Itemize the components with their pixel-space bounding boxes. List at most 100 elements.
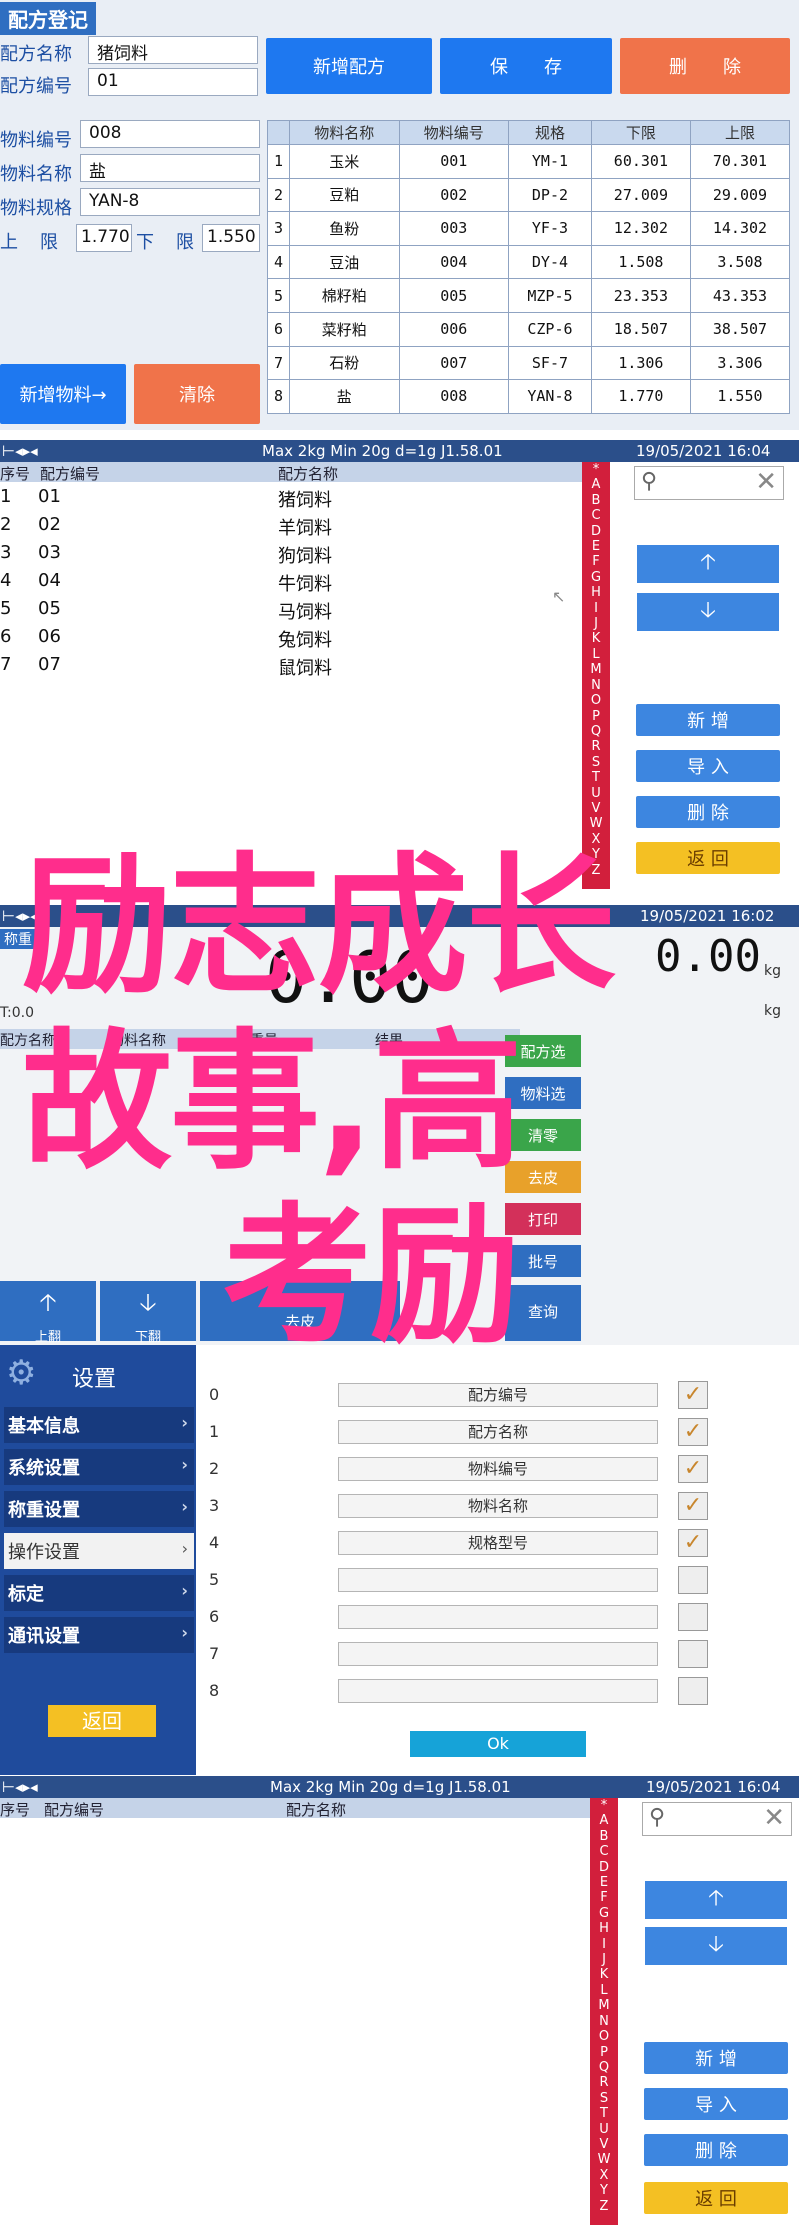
field-checkbox[interactable] bbox=[678, 1677, 708, 1705]
back-button[interactable]: 返 回 bbox=[636, 842, 780, 874]
alphabet-letter[interactable]: * bbox=[582, 462, 610, 477]
table-row[interactable]: 8 盐 008 YAN-8 1.770 1.550 bbox=[267, 379, 791, 414]
field-checkbox[interactable]: ✓ bbox=[678, 1381, 708, 1409]
back-button[interactable]: 返 回 bbox=[644, 2182, 788, 2214]
alphabet-letter[interactable]: U bbox=[590, 2122, 618, 2137]
alphabet-letter[interactable]: P bbox=[582, 709, 610, 724]
alphabet-letter[interactable]: * bbox=[590, 1798, 618, 1813]
alphabet-letter[interactable]: I bbox=[590, 1937, 618, 1952]
alphabet-letter[interactable]: W bbox=[582, 816, 610, 831]
clear-button[interactable]: 清除 bbox=[134, 364, 260, 424]
import-button[interactable]: 导 入 bbox=[636, 750, 780, 782]
field-checkbox[interactable]: ✓ bbox=[678, 1455, 708, 1483]
save-button[interactable]: 保 存 bbox=[440, 38, 612, 94]
field-name[interactable] bbox=[338, 1605, 658, 1629]
page-down-button[interactable]: 🡣 下翻 bbox=[100, 1281, 196, 1345]
search-input[interactable]: ⚲ ✕ bbox=[642, 1802, 792, 1836]
field-checkbox[interactable]: ✓ bbox=[678, 1418, 708, 1446]
add-button[interactable]: 新 增 bbox=[644, 2042, 788, 2074]
alphabet-letter[interactable]: B bbox=[590, 1829, 618, 1844]
table-row[interactable]: 1 玉米 001 YM-1 60.301 70.301 bbox=[267, 144, 791, 179]
alphabet-letter[interactable]: S bbox=[590, 2091, 618, 2106]
list-item[interactable]: 7 07 鼠饲料 bbox=[0, 654, 580, 680]
alphabet-letter[interactable]: Z bbox=[590, 2199, 618, 2214]
alphabet-letter[interactable]: T bbox=[582, 770, 610, 785]
alphabet-letter[interactable]: S bbox=[582, 755, 610, 770]
alphabet-letter[interactable]: T bbox=[590, 2106, 618, 2121]
sidebar-item[interactable]: 操作设置 › bbox=[4, 1533, 194, 1569]
sidebar-item[interactable]: 称重设置 › bbox=[4, 1491, 194, 1527]
table-row[interactable]: 3 鱼粉 003 YF-3 12.302 14.302 bbox=[267, 211, 791, 246]
alphabet-letter[interactable]: F bbox=[582, 554, 610, 569]
alphabet-letter[interactable]: D bbox=[582, 524, 610, 539]
add-button[interactable]: 新 增 bbox=[636, 704, 780, 736]
alphabet-letter[interactable]: Q bbox=[590, 2060, 618, 2075]
alphabet-letter[interactable]: A bbox=[582, 477, 610, 492]
alphabet-letter[interactable]: H bbox=[582, 585, 610, 600]
new-recipe-button[interactable]: 新增配方 bbox=[266, 38, 432, 94]
page-up-button[interactable]: 🡡 上翻 bbox=[0, 1281, 96, 1345]
alphabet-letter[interactable]: L bbox=[590, 1983, 618, 1998]
recipe-name-field[interactable]: 猪饲料 bbox=[88, 36, 258, 64]
table-row[interactable]: 5 棉籽粕 005 MZP-5 23.353 43.353 bbox=[267, 278, 791, 313]
delete-button[interactable]: 删 除 bbox=[620, 38, 790, 94]
import-button[interactable]: 导 入 bbox=[644, 2088, 788, 2120]
alphabet-letter[interactable]: V bbox=[590, 2137, 618, 2152]
table-row[interactable]: 6 菜籽粕 006 CZP-6 18.507 38.507 bbox=[267, 311, 791, 347]
ok-button[interactable]: Ok bbox=[410, 1731, 586, 1757]
alphabet-letter[interactable]: O bbox=[590, 2029, 618, 2044]
back-button[interactable]: 返回 bbox=[48, 1705, 156, 1737]
alphabet-letter[interactable]: K bbox=[582, 631, 610, 646]
alphabet-letter[interactable]: R bbox=[582, 739, 610, 754]
table-row[interactable]: 2 豆粕 002 DP-2 27.009 29.009 bbox=[267, 177, 791, 213]
alphabet-letter[interactable]: D bbox=[590, 1860, 618, 1875]
alphabet-index[interactable]: * A B C D E F G H I J K L M N O P Q R S T U V W X Y Z bbox=[590, 1798, 618, 2225]
alphabet-letter[interactable]: I bbox=[582, 601, 610, 616]
lower-limit-field[interactable]: 1.550 bbox=[202, 224, 260, 252]
field-name[interactable]: 配方编号 bbox=[338, 1383, 658, 1407]
alphabet-letter[interactable]: M bbox=[590, 1998, 618, 2013]
material-name-field[interactable]: 盐 bbox=[80, 154, 260, 182]
alphabet-letter[interactable]: Q bbox=[582, 724, 610, 739]
field-checkbox[interactable]: ✓ bbox=[678, 1492, 708, 1520]
list-item[interactable]: 6 06 兔饲料 bbox=[0, 626, 580, 652]
sidebar-item[interactable]: 标定 › bbox=[4, 1575, 194, 1611]
alphabet-letter[interactable]: B bbox=[582, 493, 610, 508]
field-name[interactable] bbox=[338, 1642, 658, 1666]
field-name[interactable]: 规格型号 bbox=[338, 1531, 658, 1555]
field-checkbox[interactable] bbox=[678, 1640, 708, 1668]
field-checkbox[interactable] bbox=[678, 1566, 708, 1594]
alphabet-letter[interactable]: G bbox=[582, 570, 610, 585]
field-checkbox[interactable] bbox=[678, 1603, 708, 1631]
alphabet-letter[interactable]: M bbox=[582, 662, 610, 677]
field-name[interactable]: 配方名称 bbox=[338, 1420, 658, 1444]
field-name[interactable] bbox=[338, 1568, 658, 1592]
alphabet-letter[interactable]: W bbox=[590, 2152, 618, 2167]
alphabet-letter[interactable]: U bbox=[582, 786, 610, 801]
field-name[interactable] bbox=[338, 1679, 658, 1703]
alphabet-letter[interactable]: A bbox=[590, 1813, 618, 1828]
list-item[interactable]: 5 05 马饲料 bbox=[0, 598, 580, 624]
list-item[interactable]: 2 02 羊饲料 bbox=[0, 514, 580, 540]
sidebar-item[interactable]: 通讯设置 › bbox=[4, 1617, 194, 1653]
alphabet-letter[interactable]: N bbox=[590, 2014, 618, 2029]
alphabet-letter[interactable]: E bbox=[582, 539, 610, 554]
alphabet-letter[interactable]: J bbox=[582, 616, 610, 631]
alphabet-letter[interactable]: G bbox=[590, 1906, 618, 1921]
scroll-up-button[interactable]: 🡡 bbox=[636, 544, 780, 584]
close-icon[interactable]: ✕ bbox=[763, 1803, 785, 1833]
field-checkbox[interactable]: ✓ bbox=[678, 1529, 708, 1557]
list-item[interactable]: 3 03 狗饲料 bbox=[0, 542, 580, 568]
alphabet-letter[interactable]: O bbox=[582, 693, 610, 708]
table-row[interactable]: 4 豆油 004 DY-4 1.508 3.508 bbox=[267, 244, 791, 280]
sidebar-item[interactable]: 系统设置 › bbox=[4, 1449, 194, 1485]
search-input[interactable]: ⚲ ✕ bbox=[634, 466, 784, 500]
scroll-down-button[interactable]: 🡣 bbox=[636, 592, 780, 632]
alphabet-letter[interactable]: E bbox=[590, 1875, 618, 1890]
material-no-field[interactable]: 008 bbox=[80, 120, 260, 148]
delete-button[interactable]: 删 除 bbox=[636, 796, 780, 828]
close-icon[interactable]: ✕ bbox=[755, 467, 777, 497]
sidebar-item[interactable]: 基本信息 › bbox=[4, 1407, 194, 1443]
alphabet-letter[interactable]: N bbox=[582, 678, 610, 693]
alphabet-letter[interactable]: F bbox=[590, 1890, 618, 1905]
